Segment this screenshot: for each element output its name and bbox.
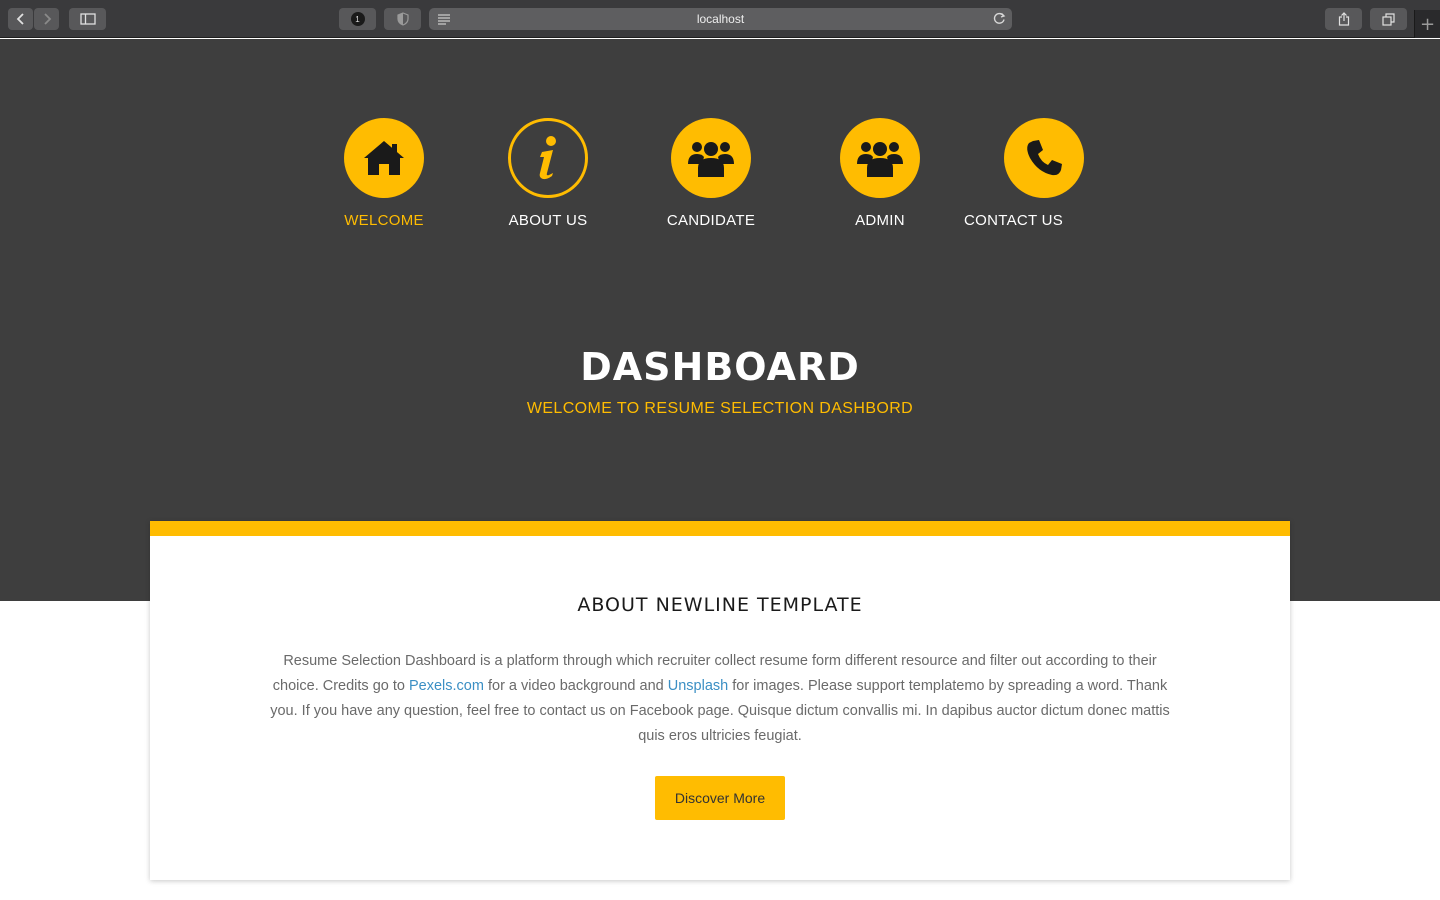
sidebar-toggle-button[interactable] [69,8,106,30]
address-bar[interactable]: localhost [429,8,1012,30]
nav-circle[interactable] [344,118,424,198]
tabs-overview-button[interactable] [1370,8,1407,30]
pexels-link[interactable]: Pexels.com [409,678,484,694]
page-subtitle: WELCOME TO RESUME SELECTION DASHBORD [526,400,914,417]
nav-label: ADMIN [855,212,905,229]
page-title: DASHBOARD [580,345,860,389]
share-button[interactable] [1325,8,1362,30]
users-icon [688,142,734,177]
tabs-icon [1382,12,1395,26]
info-icon [539,136,556,180]
privacy-button[interactable] [384,8,421,30]
shield-icon [396,12,409,26]
browser-toolbar: 1 localhost + [0,0,1440,38]
chevron-right-icon [43,13,51,25]
nav-label: CONTACT US [964,212,1064,229]
hero-section: WELCOME ABOUT US CANDIDATE ADMIN CONTACT… [0,39,1440,601]
reader-icon[interactable] [437,13,451,25]
about-title: ABOUT NEWLINE TEMPLATE [577,594,863,616]
home-icon [364,141,404,175]
about-text: Resume Selection Dashboard is a platform… [270,649,1170,749]
nav-circle[interactable] [840,118,920,198]
plus-icon: + [1419,13,1436,35]
nav-label: CANDIDATE [666,212,756,229]
nav-item-welcome[interactable]: WELCOME [304,118,464,229]
nav-item-contact-us[interactable]: CONTACT US [964,118,1134,229]
unsplash-link[interactable]: Unsplash [668,678,728,694]
discover-more-button[interactable]: Discover More [655,776,785,820]
new-tab-button[interactable]: + [1414,10,1440,38]
extension-button[interactable]: 1 [339,8,376,30]
nav-item-about-us[interactable]: ABOUT US [468,118,628,229]
about-card: ABOUT NEWLINE TEMPLATE Resume Selection … [150,521,1290,880]
nav-item-admin[interactable]: ADMIN [800,118,960,229]
reload-icon[interactable] [993,12,1006,25]
nav-label: WELCOME [344,212,424,229]
nav-circle[interactable] [671,118,751,198]
sidebar-icon [79,13,96,25]
nav-circle[interactable] [1004,118,1084,198]
extension-badge-icon: 1 [350,12,365,26]
about-text-part: for a video background and [483,678,668,694]
nav-item-candidate[interactable]: CANDIDATE [631,118,791,229]
nav-label: ABOUT US [508,212,588,229]
forward-button[interactable] [34,8,59,30]
chevron-left-icon [16,13,24,25]
nav-circle[interactable] [508,118,588,198]
back-button[interactable] [8,8,33,30]
users-icon [857,142,903,177]
url-text: localhost [696,12,745,26]
share-icon [1338,12,1349,26]
phone-icon [1027,140,1062,176]
